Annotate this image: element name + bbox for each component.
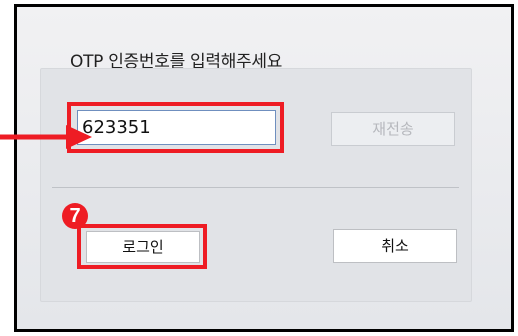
divider [52,187,459,188]
login-button-highlight [77,224,207,269]
pointer-arrow-icon [0,125,92,149]
step-number-badge: 7 [62,203,88,229]
cancel-button[interactable]: 취소 [333,229,457,263]
otp-input-highlight [67,102,284,153]
resend-button[interactable]: 재전송 [331,112,455,146]
